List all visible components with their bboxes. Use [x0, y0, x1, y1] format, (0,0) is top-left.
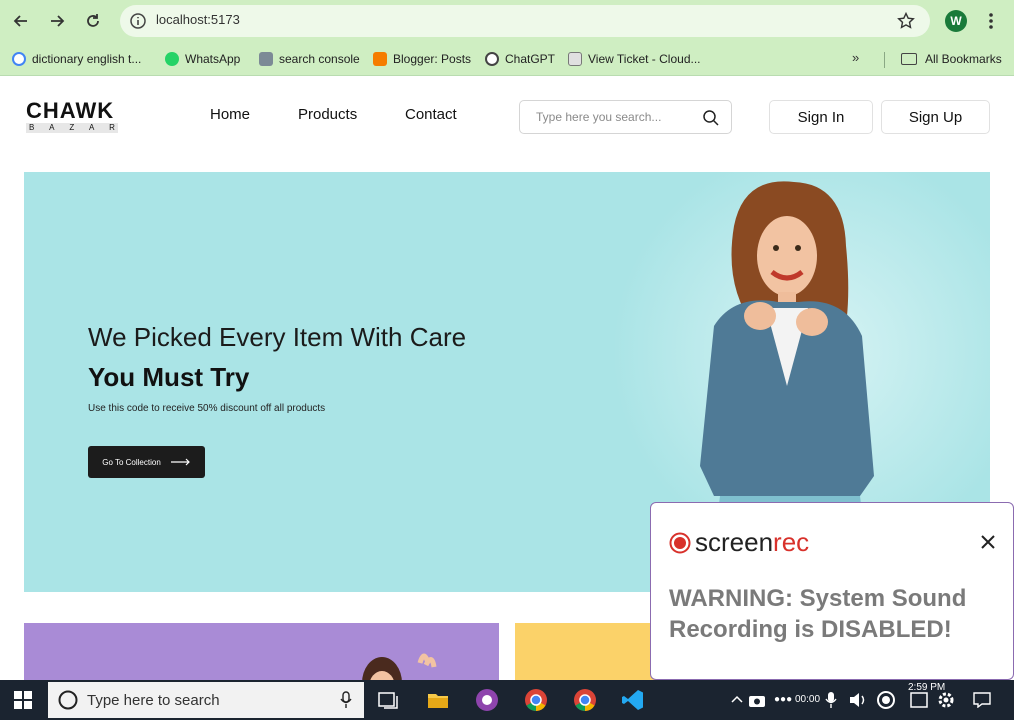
taskbar-clock: 2:59 PM [908, 682, 946, 693]
file-explorer-icon[interactable] [426, 688, 450, 712]
brand-screen: screen [695, 527, 774, 557]
bookmark-label: search console [279, 52, 360, 66]
browser-toolbar: localhost:5173 W [0, 0, 1014, 42]
profile-avatar[interactable]: W [945, 10, 967, 32]
notifications-icon[interactable] [973, 692, 991, 708]
site-info-icon[interactable] [128, 11, 148, 31]
sign-in-button[interactable]: Sign In [769, 100, 873, 134]
search-console-icon [259, 52, 273, 66]
github-desktop-icon[interactable] [475, 688, 499, 712]
bookmark-whatsapp[interactable]: WhatsApp [165, 50, 240, 68]
close-icon[interactable] [979, 533, 997, 551]
nav-contact[interactable]: Contact [405, 106, 457, 123]
site-search [519, 100, 732, 134]
forward-icon[interactable] [46, 10, 68, 32]
taskbar-search[interactable]: Type here to search [48, 682, 364, 718]
url-text[interactable]: localhost:5173 [156, 12, 240, 27]
logo-letter: A [49, 123, 55, 132]
bookmark-label: dictionary english t... [32, 52, 142, 66]
logo-letter: A [89, 123, 95, 132]
bookmark-label: Blogger: Posts [393, 52, 472, 66]
sound-warning-text: WARNING: System Sound Recording is DISAB… [669, 585, 967, 643]
arrow-right-icon [170, 458, 190, 466]
google-icon [12, 52, 26, 66]
recording-timer: 00:00 [795, 694, 821, 705]
bookmark-blogger[interactable]: Blogger: Posts [373, 50, 471, 68]
bookmark-view-ticket[interactable]: View Ticket - Cloud... [568, 50, 701, 68]
reload-icon[interactable] [82, 10, 104, 32]
folder-icon [901, 53, 917, 65]
bookmark-search-console[interactable]: search console [259, 50, 360, 68]
hero-title: We Picked Every Item With Care [88, 322, 467, 352]
volume-icon[interactable] [848, 691, 868, 709]
sign-up-button[interactable]: Sign Up [881, 100, 990, 134]
microphone-icon[interactable] [340, 691, 352, 709]
chatgpt-icon [485, 52, 499, 66]
record-icon [669, 532, 691, 553]
all-bookmarks-label: All Bookmarks [925, 52, 1002, 66]
window-icon[interactable] [910, 691, 928, 709]
nav-products[interactable]: Products [298, 106, 357, 123]
bookmark-label: WhatsApp [185, 52, 241, 66]
nav-home[interactable]: Home [210, 106, 250, 123]
bookmark-star-icon[interactable] [896, 11, 916, 31]
logo-sub-text: B A Z A R [26, 123, 118, 133]
address-bar[interactable]: localhost:5173 [120, 5, 930, 37]
whatsapp-icon [165, 52, 179, 66]
promo-card-purple[interactable] [24, 623, 499, 683]
logo-letter: R [109, 123, 115, 132]
windows-start-icon[interactable] [14, 691, 32, 709]
bookmarks-bar: dictionary english t... WhatsApp search … [0, 42, 1014, 76]
chrome-profile-icon[interactable] [573, 688, 597, 712]
tray-microphone-icon[interactable] [825, 691, 837, 709]
more-bookmarks-button[interactable]: » [852, 50, 859, 65]
logo-main-text: CHAWK [26, 98, 115, 123]
chrome-icon[interactable] [524, 688, 548, 712]
brand-rec: rec [773, 527, 810, 557]
vscode-icon[interactable] [621, 688, 645, 712]
go-to-collection-button[interactable]: Go To Collection [88, 446, 205, 478]
hero-subtitle: Use this code to receive 50% discount of… [88, 403, 326, 414]
search-input[interactable] [536, 110, 696, 124]
recording-dots: ●●● [774, 694, 793, 705]
ticket-icon [568, 52, 582, 66]
bookmark-label: ChatGPT [505, 52, 556, 66]
hero-title-bold: You Must Try [88, 362, 250, 392]
browser-menu-icon[interactable] [984, 10, 998, 32]
cta-label: Go To Collection [102, 457, 161, 467]
site-header: CHAWK B A Z A R Home Products Contact Si… [0, 76, 1014, 156]
taskbar-search-placeholder: Type here to search [87, 692, 220, 709]
logo-letter: Z [69, 123, 75, 132]
windows-taskbar: Type here to search ●●● 00:00 2:59 PM [0, 680, 1014, 720]
camera-icon[interactable] [748, 692, 766, 708]
bookmark-dictionary[interactable]: dictionary english t... [12, 50, 141, 68]
task-view-icon[interactable] [376, 688, 400, 712]
promo-model-image [362, 653, 437, 683]
screenrec-logo: screenrec [669, 527, 809, 558]
bookmark-label: View Ticket - Cloud... [588, 52, 701, 66]
screenrec-popup: screenrec WARNING: System Sound Recordin… [650, 502, 1014, 680]
logo-letter: B [29, 123, 35, 132]
search-icon[interactable] [702, 109, 720, 127]
cortana-icon [58, 690, 78, 710]
screenrec-tray-icon[interactable] [876, 690, 896, 710]
bookmarks-divider [884, 52, 885, 68]
settings-gear-icon[interactable] [936, 690, 956, 710]
blogger-icon [373, 52, 387, 66]
back-icon[interactable] [10, 10, 32, 32]
tray-overflow-icon[interactable] [730, 693, 744, 707]
all-bookmarks-button[interactable]: All Bookmarks [901, 50, 1002, 68]
site-logo[interactable]: CHAWK B A Z A R [26, 100, 118, 134]
bookmark-chatgpt[interactable]: ChatGPT [485, 50, 555, 68]
